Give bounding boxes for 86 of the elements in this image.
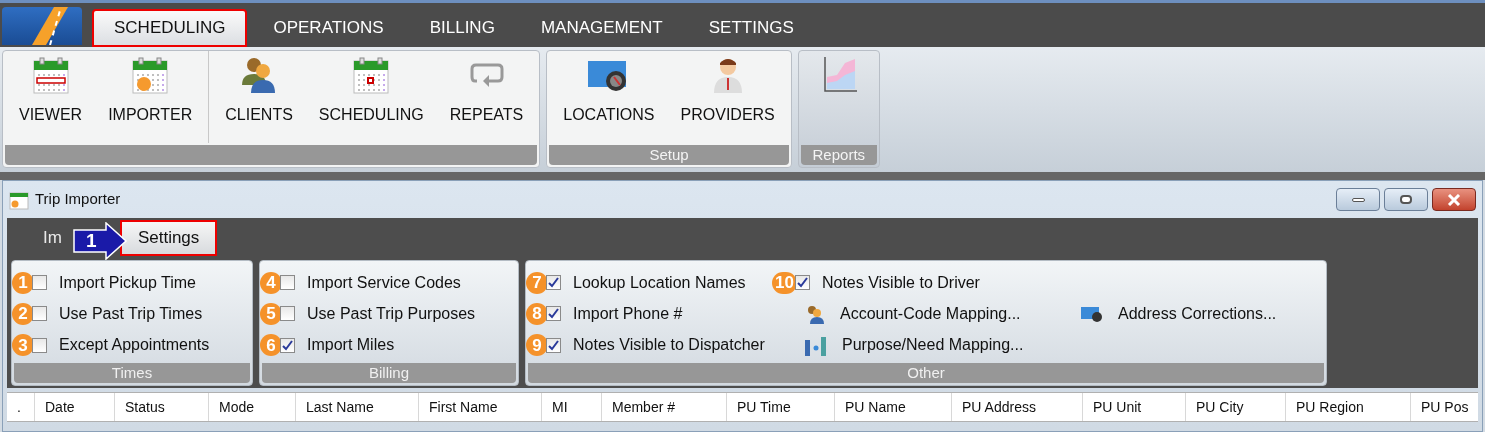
callout-arrow: 1 xyxy=(72,222,128,260)
checkbox[interactable] xyxy=(280,275,295,290)
settings-tab[interactable]: Im xyxy=(37,220,68,256)
checkbox-label: Use Past Trip Purposes xyxy=(307,303,476,324)
checkbox[interactable] xyxy=(280,306,295,322)
column-header[interactable]: PU Region xyxy=(1286,393,1411,421)
checkmark-icon xyxy=(548,339,559,351)
ribbon-button[interactable]: LOCATIONS xyxy=(553,55,665,127)
window-title: Trip Importer xyxy=(35,189,121,210)
checkmark-icon xyxy=(796,277,808,288)
checkbox[interactable] xyxy=(546,275,561,290)
column-header[interactable]: PU Name xyxy=(835,393,952,421)
checkmark-icon xyxy=(548,308,559,320)
checkbox[interactable] xyxy=(280,337,295,353)
column-header[interactable]: Date xyxy=(35,393,115,421)
checkbox-label: Notes Visible to Dispatcher xyxy=(573,335,765,356)
nav-tab[interactable]: BILLING xyxy=(409,9,515,47)
checkbox[interactable] xyxy=(32,275,47,290)
road-logo[interactable] xyxy=(2,7,82,45)
checkbox-label: Import Miles xyxy=(307,335,395,356)
mapping-link[interactable]: Address Corrections... xyxy=(1118,301,1277,326)
checkbox-label: Notes Visible to Driver xyxy=(821,272,980,293)
column-header[interactable]: Status xyxy=(115,393,209,421)
column-header[interactable]: . xyxy=(7,393,35,421)
ribbon-button[interactable]: SCHEDULING xyxy=(308,55,434,127)
column-header[interactable]: PU Pos xyxy=(1411,393,1485,421)
calendar-import-icon xyxy=(9,189,29,210)
number-badge: 8 xyxy=(526,302,548,325)
nav-tab[interactable]: SCHEDULING xyxy=(92,9,248,47)
nav-tab[interactable]: MANAGEMENT xyxy=(520,9,683,47)
group-title: Reports xyxy=(800,145,877,165)
checkbox-label: Import Pickup Time xyxy=(59,272,196,293)
checkbox[interactable] xyxy=(546,306,561,322)
checkbox[interactable] xyxy=(546,337,561,353)
number-badge: 7 xyxy=(526,271,548,294)
column-header[interactable]: PU City xyxy=(1186,393,1286,421)
number-badge: 5 xyxy=(260,302,282,325)
nav-tab[interactable]: SETTINGS xyxy=(688,9,814,47)
number-badge: 3 xyxy=(12,334,34,357)
column-header[interactable]: PU Unit xyxy=(1083,393,1186,421)
checkmark-icon xyxy=(548,277,559,288)
close-button[interactable] xyxy=(1432,188,1476,211)
group-title: Setup xyxy=(549,145,789,165)
column-header[interactable]: Last Name xyxy=(296,393,419,421)
group-title: Times xyxy=(14,363,250,383)
calendar-import-icon xyxy=(130,55,171,95)
ribbon-button[interactable]: VIEWER xyxy=(9,55,93,127)
minimize-icon xyxy=(1351,197,1365,202)
minimize-button[interactable] xyxy=(1336,188,1380,211)
number-badge: 2 xyxy=(12,302,34,325)
checkmark-icon xyxy=(282,339,293,351)
ribbon-button[interactable]: CLIENTS xyxy=(215,55,303,127)
column-header[interactable]: Mode xyxy=(209,393,296,421)
checkbox-label: Import Phone # xyxy=(573,303,683,324)
road-icon xyxy=(32,7,68,45)
map-compass-icon xyxy=(1080,304,1104,323)
close-icon xyxy=(1447,193,1461,206)
mapping-link[interactable]: Account-Code Mapping... xyxy=(840,301,1021,326)
group-title: Billing xyxy=(262,363,516,383)
column-header[interactable]: PU Address xyxy=(952,393,1083,421)
checkbox-label: Except Appointments xyxy=(59,335,210,356)
number-badge: 9 xyxy=(526,334,548,357)
ribbon-button[interactable]: REPEATS xyxy=(439,55,534,127)
checkbox[interactable] xyxy=(32,306,47,322)
calendar-icon xyxy=(351,55,392,95)
mapping-link[interactable]: Purpose/Need Mapping... xyxy=(842,333,1024,358)
checkbox-label: Import Service Codes xyxy=(307,272,461,293)
nav-tab[interactable]: OPERATIONS xyxy=(253,9,404,47)
column-header[interactable]: PU Time xyxy=(727,393,835,421)
ribbon-button[interactable]: PROVIDERS xyxy=(670,55,785,127)
group-title: Other xyxy=(528,363,1324,383)
number-badge: 4 xyxy=(260,271,282,294)
settings-tab[interactable]: Settings xyxy=(119,220,218,256)
number-badge: 10 xyxy=(772,271,797,294)
checkbox-label: Lookup Location Names xyxy=(573,272,746,293)
column-header[interactable]: MI xyxy=(542,393,602,421)
column-header[interactable]: Member # xyxy=(602,393,727,421)
number-badge: 1 xyxy=(12,271,34,294)
checkbox[interactable] xyxy=(32,337,47,353)
calendar-icon xyxy=(30,55,71,95)
ribbon-button[interactable]: IMPORTER xyxy=(98,55,203,127)
restore-button[interactable] xyxy=(1384,188,1428,211)
restore-icon xyxy=(1400,195,1412,204)
number-badge: 6 xyxy=(260,334,282,357)
checkbox-label: Use Past Trip Times xyxy=(59,303,203,324)
column-header[interactable]: First Name xyxy=(419,393,542,421)
